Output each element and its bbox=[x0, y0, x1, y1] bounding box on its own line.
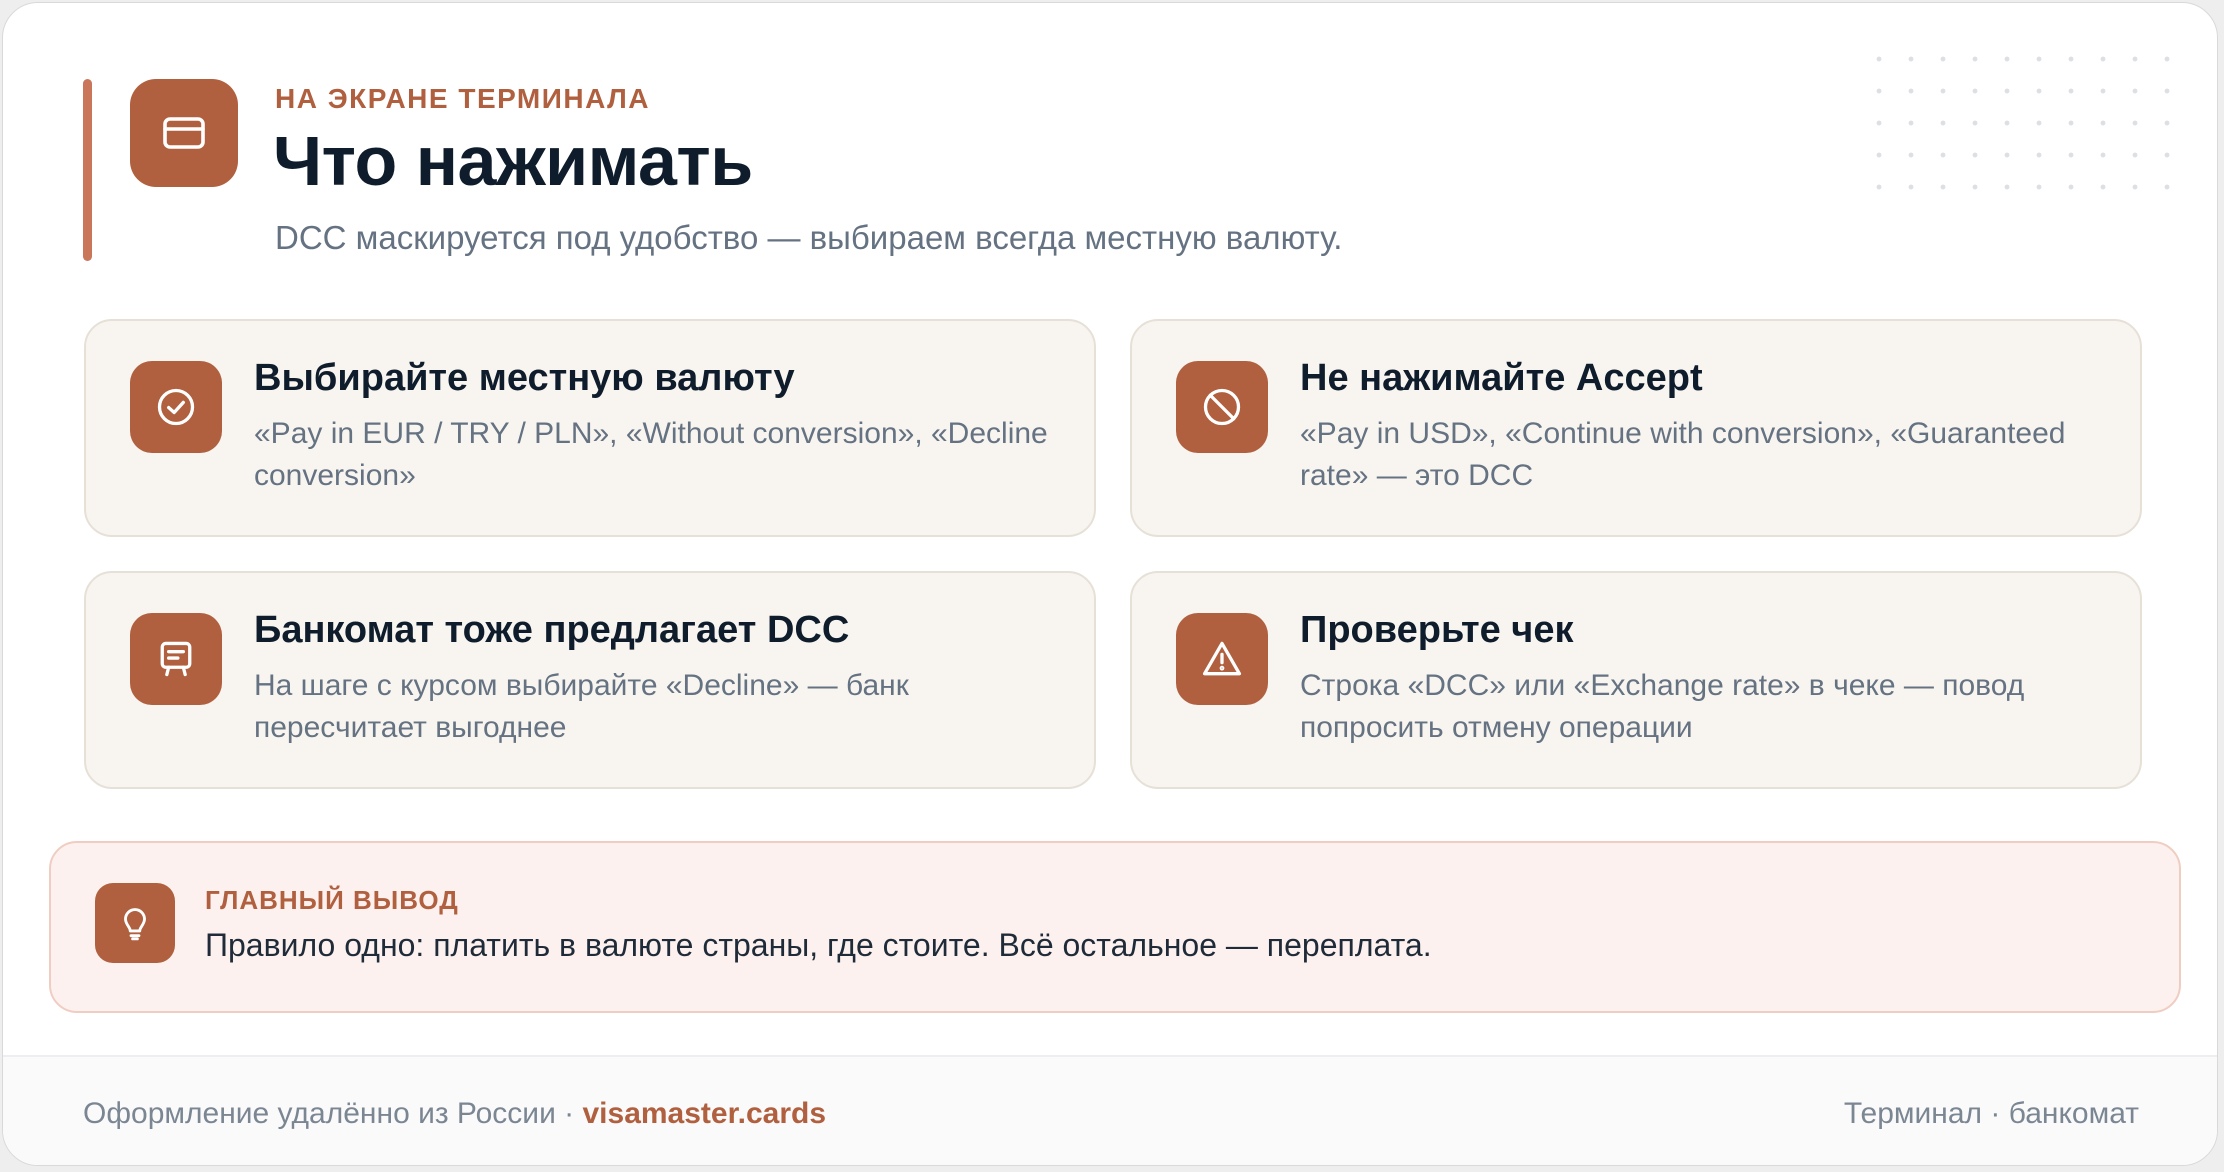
card-text: На шаге с курсом выбирайте «Decline» — б… bbox=[254, 669, 909, 744]
card-dont-accept: Не нажимайте Accept «Pay in USD», «Conti… bbox=[1130, 319, 2142, 537]
card-check-receipt: Проверьте чек Строка «DCC» или «Exchange… bbox=[1130, 571, 2142, 789]
footer-caption: Оформление удалённо из России · bbox=[83, 1097, 583, 1130]
header-eyebrow: НА ЭКРАНЕ ТЕРМИНАЛА bbox=[275, 83, 651, 114]
page-title: Что нажимать bbox=[273, 122, 753, 200]
card-title: Не нажимайте Accept bbox=[1300, 357, 1703, 399]
callout-label: ГЛАВНЫЙ ВЫВОД bbox=[205, 885, 459, 915]
footer: Оформление удалённо из России · visamast… bbox=[3, 1055, 2217, 1165]
slide-frame: НА ЭКРАНЕ ТЕРМИНАЛА Что нажимать DCC мас… bbox=[2, 2, 2218, 1166]
header-accent-bar bbox=[83, 79, 92, 261]
credit-card-icon bbox=[130, 79, 238, 187]
card-text: Строка «DCC» или «Exchange rate» в чеке … bbox=[1300, 669, 2025, 744]
main-conclusion-callout: ГЛАВНЫЙ ВЫВОД Правило одно: платить в ва… bbox=[49, 841, 2181, 1013]
warning-icon bbox=[1176, 613, 1268, 705]
card-atm-dcc: Банкомат тоже предлагает DCC На шаге с к… bbox=[84, 571, 1096, 789]
card-title: Банкомат тоже предлагает DCC bbox=[254, 609, 850, 651]
card-text: «Pay in USD», «Continue with conversion»… bbox=[1300, 417, 2066, 492]
card-text: «Pay in EUR / TRY / PLN», «Without conve… bbox=[254, 417, 1048, 492]
page-subtitle: DCC маскируется под удобство — выбираем … bbox=[275, 219, 1343, 256]
check-circle-icon bbox=[130, 361, 222, 453]
footer-left: Оформление удалённо из России · visamast… bbox=[83, 1097, 826, 1131]
footer-right: Терминал · банкомат bbox=[1843, 1097, 2139, 1130]
footer-brand-link[interactable]: visamaster.cards bbox=[582, 1097, 826, 1130]
card-choose-local-currency: Выбирайте местную валюту «Pay in EUR / T… bbox=[84, 319, 1096, 537]
atm-icon bbox=[130, 613, 222, 705]
card-title: Выбирайте местную валюту bbox=[254, 357, 795, 399]
lightbulb-icon bbox=[95, 883, 175, 963]
ban-icon bbox=[1176, 361, 1268, 453]
callout-text: Правило одно: платить в валюте страны, г… bbox=[205, 927, 1432, 963]
dot-pattern-decoration bbox=[1863, 43, 2173, 193]
card-title: Проверьте чек bbox=[1300, 609, 1574, 651]
